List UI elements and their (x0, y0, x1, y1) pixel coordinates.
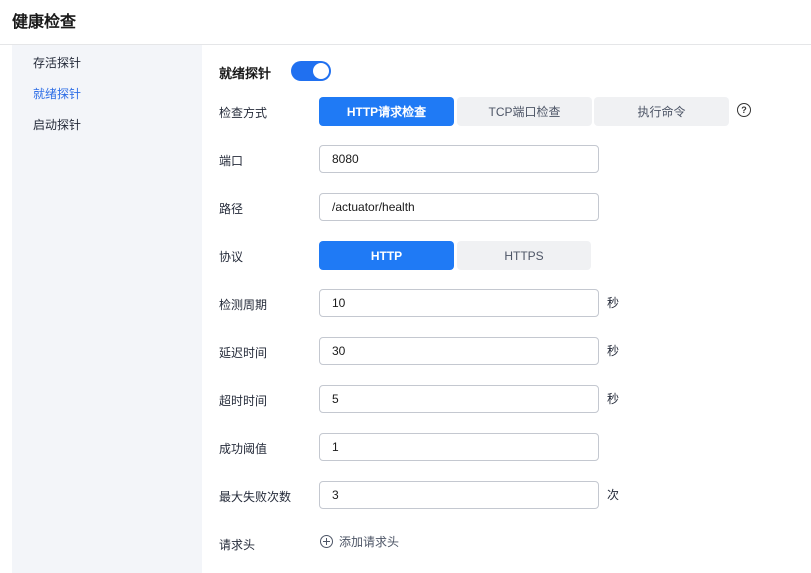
path-input[interactable]: /actuator/health (319, 193, 599, 221)
timeout-input[interactable]: 5 (319, 385, 599, 413)
failure-threshold-label: 最大失败次数 (219, 490, 292, 504)
add-header-button[interactable]: 添加请求头 (320, 533, 399, 550)
section-title: 就绪探针 (219, 66, 272, 81)
sidebar-item-liveness[interactable]: 存活探针 (33, 54, 81, 71)
timeout-unit: 秒 (607, 392, 620, 406)
success-threshold-label: 成功阈值 (219, 442, 268, 456)
failure-threshold-unit: 次 (607, 488, 620, 502)
period-input[interactable]: 10 (319, 289, 599, 317)
readiness-toggle[interactable] (291, 61, 331, 81)
sidebar-item-startup[interactable]: 启动探针 (33, 116, 81, 133)
port-input[interactable]: 8080 (319, 145, 599, 173)
success-threshold-input[interactable]: 1 (319, 433, 599, 461)
question-circle-icon[interactable]: ? (737, 103, 751, 117)
protocol-http-option[interactable]: HTTP (319, 241, 454, 270)
check-method-http-option[interactable]: HTTP请求检查 (319, 97, 454, 126)
delay-label: 延迟时间 (219, 346, 268, 360)
probe-sidebar: 存活探针 就绪探针 启动探针 (12, 45, 202, 573)
probe-form: 就绪探针 检查方式 HTTP请求检查 TCP端口检查 执行命令 ? 端口 808… (202, 45, 811, 573)
add-header-label: 添加请求头 (339, 535, 400, 549)
timeout-label: 超时时间 (219, 394, 268, 408)
plus-circle-icon (320, 535, 333, 548)
protocol-https-option[interactable]: HTTPS (457, 241, 591, 270)
delay-unit: 秒 (607, 344, 620, 358)
sidebar-item-readiness[interactable]: 就绪探针 (33, 85, 81, 102)
period-unit: 秒 (607, 296, 620, 310)
protocol-label: 协议 (219, 250, 244, 264)
period-label: 检测周期 (219, 298, 268, 312)
port-label: 端口 (219, 154, 244, 168)
headers-label: 请求头 (219, 538, 256, 552)
toggle-knob (313, 63, 329, 79)
page-title: 健康检查 (12, 14, 77, 31)
failure-threshold-input[interactable]: 3 (319, 481, 599, 509)
check-method-exec-option[interactable]: 执行命令 (594, 97, 729, 126)
path-label: 路径 (219, 202, 244, 216)
delay-input[interactable]: 30 (319, 337, 599, 365)
check-method-tcp-option[interactable]: TCP端口检查 (457, 97, 592, 126)
check-method-label: 检查方式 (219, 106, 268, 120)
